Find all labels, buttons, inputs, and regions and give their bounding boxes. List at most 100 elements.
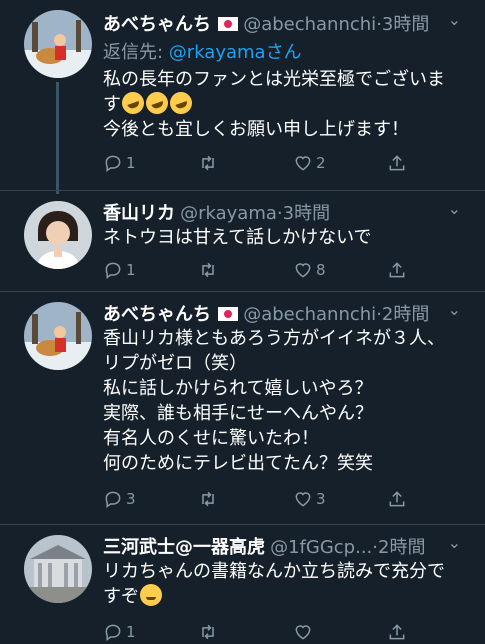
avatar-abechannchi[interactable] bbox=[24, 10, 92, 78]
retweet-button[interactable] bbox=[198, 258, 221, 282]
retweet-button[interactable] bbox=[198, 487, 221, 511]
share-button[interactable] bbox=[387, 258, 410, 282]
reply-button[interactable]: 1 bbox=[103, 620, 136, 644]
display-name[interactable]: あべちゃんち bbox=[103, 14, 211, 35]
display-name[interactable]: あべちゃんち bbox=[103, 304, 211, 325]
reply-bubble-icon bbox=[105, 262, 121, 279]
tweet-3[interactable]: あべちゃんち @abechannchi·2時間 ⌄ 香山リカ様ともあろう方がイイ… bbox=[0, 292, 485, 524]
share-button[interactable] bbox=[387, 487, 410, 511]
avatar-abechannchi[interactable] bbox=[24, 302, 92, 370]
heart-icon bbox=[295, 492, 311, 507]
tweet-line-emoji: すぞ bbox=[103, 584, 467, 609]
heart-icon bbox=[295, 156, 311, 171]
rofl-emoji-icon bbox=[166, 88, 196, 118]
avatar-image bbox=[24, 201, 92, 269]
tweet-line: 香山リカ様ともあろう方がイイネが３人、 bbox=[103, 328, 445, 349]
tweet-line: す bbox=[103, 94, 121, 115]
share-button[interactable] bbox=[387, 620, 410, 644]
tweet-line: 何のためにテレビ出てたん？笑笑 bbox=[103, 453, 373, 474]
like-button[interactable]: 3 bbox=[293, 487, 326, 511]
reply-button[interactable]: 3 bbox=[103, 487, 136, 511]
like-count: 3 bbox=[316, 490, 326, 508]
tweet-line: 実際、誰も相手にせーへんやん？ bbox=[103, 403, 373, 424]
share-icon bbox=[389, 491, 405, 507]
chevron-down-icon[interactable]: ⌄ bbox=[448, 10, 461, 29]
rofl-emoji-icon bbox=[118, 88, 148, 118]
avatar-image bbox=[24, 535, 92, 603]
reply-button[interactable]: 1 bbox=[103, 258, 136, 282]
like-button[interactable] bbox=[293, 620, 316, 644]
share-icon bbox=[389, 155, 405, 171]
like-button[interactable]: 2 bbox=[293, 151, 326, 175]
reply-to-line: 返信先: @rkayamaさん bbox=[103, 38, 302, 64]
tweet-actions: 3 3 bbox=[103, 487, 433, 511]
tweet-header: あべちゃんち @abechannchi·3時間 ⌄ bbox=[103, 10, 461, 40]
timestamp[interactable]: ·3時間 bbox=[376, 14, 429, 35]
reply-button[interactable]: 1 bbox=[103, 151, 136, 175]
reply-bubble-icon bbox=[105, 155, 121, 172]
avatar-image bbox=[24, 302, 92, 370]
tweet-line: 有名人のくせに驚いたわ！ bbox=[103, 428, 319, 449]
user-handle[interactable]: @abechannchi bbox=[243, 14, 376, 35]
japan-flag-icon bbox=[218, 17, 239, 31]
retweet-button[interactable] bbox=[198, 620, 221, 644]
heart-icon bbox=[295, 625, 311, 640]
japan-flag-icon bbox=[218, 307, 239, 321]
tweet-1[interactable]: あべちゃんち @abechannchi·3時間 ⌄ 返信先: @rkayamaさ… bbox=[0, 0, 485, 194]
tweet-line: 私の長年のファンとは光栄至極でございま bbox=[103, 69, 445, 90]
user-handle[interactable]: @1fGGcp... bbox=[270, 537, 372, 558]
tweet-line: リプがゼロ（笑） bbox=[103, 353, 247, 374]
reply-count: 1 bbox=[126, 623, 136, 641]
chevron-down-icon[interactable]: ⌄ bbox=[448, 300, 461, 319]
display-name[interactable]: 三河武士@一器高虎 bbox=[103, 537, 265, 558]
retweet-icon bbox=[202, 491, 214, 507]
tweet-line: 私に話しかけられて嬉しいやろ？ bbox=[103, 378, 373, 399]
avatar-1fGGcp[interactable] bbox=[24, 535, 92, 603]
reply-to-suffix: さん bbox=[265, 42, 302, 63]
share-button[interactable] bbox=[387, 151, 410, 175]
tweet-actions: 1 8 bbox=[103, 258, 433, 282]
timestamp[interactable]: ·2時間 bbox=[372, 537, 425, 558]
tweet-line: 今後とも宜しくお願い申し上げます！ bbox=[103, 119, 409, 140]
tweet-actions: 1 2 bbox=[103, 151, 433, 175]
share-icon bbox=[389, 262, 405, 278]
reply-bubble-icon bbox=[105, 624, 121, 641]
tweet-line: リカちゃんの書籍なんか立ち読みで充分で bbox=[103, 561, 445, 582]
thread-line bbox=[56, 82, 59, 194]
user-handle[interactable]: @abechannchi bbox=[243, 304, 376, 325]
tweet-line-emoji: す bbox=[103, 88, 467, 118]
retweet-icon bbox=[202, 624, 214, 640]
chevron-down-icon[interactable]: ⌄ bbox=[448, 533, 461, 552]
retweet-icon bbox=[202, 155, 214, 171]
reply-to-prefix: 返信先: bbox=[103, 42, 169, 63]
reply-bubble-icon bbox=[105, 491, 121, 508]
tweet-text: 香山リカ様ともあろう方がイイネが３人、 リプがゼロ（笑） 私に話しかけられて嬉し… bbox=[103, 326, 467, 476]
tweet-2[interactable]: 香山リカ @rkayama·3時間 ⌄ ネトウヨは甘えて話しかけないで 1 8 bbox=[0, 191, 485, 291]
reply-count: 1 bbox=[126, 154, 136, 172]
reply-mention-link[interactable]: @rkayama bbox=[169, 42, 266, 63]
like-button[interactable]: 8 bbox=[293, 258, 326, 282]
rofl-emoji-icon bbox=[142, 88, 172, 118]
avatar-rkayama[interactable] bbox=[24, 201, 92, 269]
tweet-line: すぞ bbox=[103, 586, 139, 607]
like-count: 8 bbox=[316, 261, 326, 279]
tweet-actions: 1 bbox=[103, 620, 433, 644]
share-icon bbox=[389, 624, 405, 640]
tweet-text: リカちゃんの書籍なんか立ち読みで充分で すぞ bbox=[103, 559, 467, 609]
reply-count: 1 bbox=[126, 261, 136, 279]
retweet-icon bbox=[202, 262, 214, 278]
chevron-down-icon[interactable]: ⌄ bbox=[448, 199, 461, 218]
tweet-line: ネトウヨは甘えて話しかけないで bbox=[103, 227, 372, 248]
tweet-4[interactable]: 三河武士@一器高虎 @1fGGcp...·2時間 ⌄ リカちゃんの書籍なんか立ち… bbox=[0, 525, 485, 641]
like-count: 2 bbox=[316, 154, 326, 172]
timestamp[interactable]: ·3時間 bbox=[277, 203, 330, 224]
retweet-button[interactable] bbox=[198, 151, 221, 175]
relieved-face-emoji-icon bbox=[140, 584, 162, 606]
timestamp[interactable]: ·2時間 bbox=[376, 304, 429, 325]
reply-count: 3 bbox=[126, 490, 136, 508]
avatar-image bbox=[24, 10, 92, 78]
heart-icon bbox=[295, 263, 311, 278]
user-handle[interactable]: @rkayama bbox=[180, 203, 277, 224]
display-name[interactable]: 香山リカ bbox=[103, 203, 175, 224]
tweet-text: ネトウヨは甘えて話しかけないで bbox=[103, 225, 467, 250]
